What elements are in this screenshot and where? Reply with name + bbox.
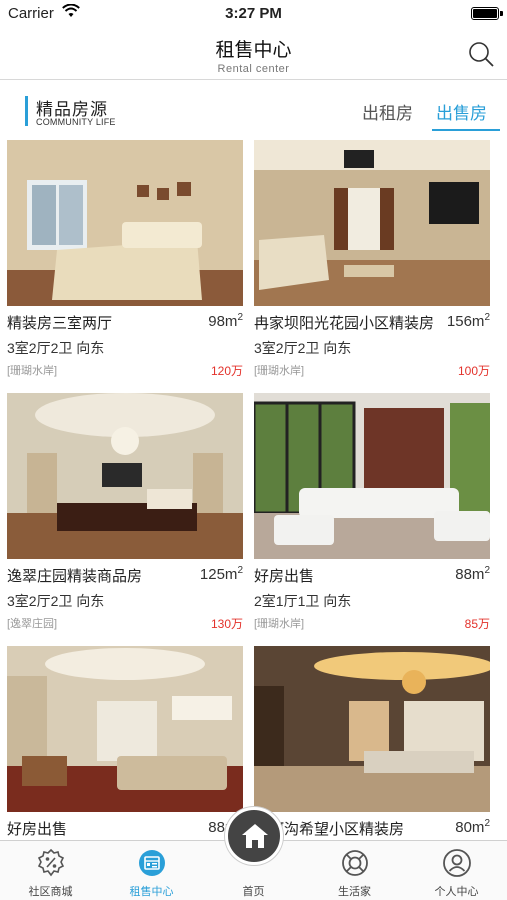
building-card-icon [139,850,165,876]
accent-bar [25,96,28,126]
listing-photo [7,140,243,306]
listing-card[interactable]: 冉家坝阳光花园小区精装房 156m2 3室2厅2卫 向东 [珊瑚水岸] 100万 [254,140,490,390]
listing-community: [珊瑚水岸] [254,618,305,630]
percent-badge-icon [37,848,65,877]
listing-grid: 精装房三室两厅 98m2 3室2厅2卫 向东 [珊瑚水岸] 120万 冉家坝阳光… [0,140,507,840]
tabbar-item-community-mall[interactable]: 社区商城 [0,841,101,900]
listing-area-unit: 2 [237,312,243,323]
tab-rent[interactable]: 出租房 [362,99,413,124]
listing-area-value: 125m [199,566,238,583]
active-tab-indicator [432,129,500,131]
tabbar-item-life[interactable]: 生活家 [304,841,405,900]
page-subtitle: Rental center [217,63,290,75]
listing-layout: 3室2厅2卫 向东 [7,593,105,609]
listing-price: 120万 [210,364,243,378]
listing-card[interactable]: 精装房三室两厅 98m2 3室2厅2卫 向东 [珊瑚水岸] 120万 [7,140,243,390]
listing-price: 130万 [210,617,243,631]
section-subtitle: COMMUNITY LIFE [36,117,116,127]
listing-name: 逸翠庄园精装商品房 [7,568,143,585]
page-title: 租售中心 [215,40,292,61]
tabbar-item-profile[interactable]: 个人中心 [406,841,507,900]
section-header: 精品房源 COMMUNITY LIFE 出租房 出售房 [0,84,507,138]
user-icon [443,849,471,877]
listing-price: 85万 [464,617,490,631]
listing-area: 98m2 [208,312,243,330]
listing-name: 好房出售 [254,568,315,585]
listing-photo [7,646,243,812]
tabbar-label: 首页 [242,886,265,898]
tabbar-item-rental-center[interactable]: 租售中心 [101,841,202,900]
listing-area-unit: 2 [484,565,490,576]
listing-community: [逸翠庄园] [7,618,58,630]
listing-area-value: 80m [455,819,485,836]
listing-name: 好房出售 [7,821,68,838]
listing-layout: 3室2厅2卫 向东 [7,340,105,356]
tabbar-label: 生活家 [338,886,371,898]
listing-photo [7,393,243,559]
battery-icon [471,7,503,20]
lifebuoy-icon [342,850,368,876]
listing-area-value: 98m [208,313,238,330]
listing-photo [254,646,490,812]
listing-area: 88m2 [455,565,490,583]
status-bar: Carrier 3:27 PM [0,0,507,28]
clock: 3:27 PM [225,5,282,22]
listing-area: 156m2 [447,312,490,330]
listing-card[interactable]: 好房出售 88m2 [7,646,243,840]
listing-area-unit: 2 [484,818,490,829]
listing-area-value: 156m [446,313,485,330]
listing-photo [254,393,490,559]
listing-area-value: 88m [455,566,485,583]
tab-rent-label: 出租房 [362,104,413,123]
listing-card[interactable]: 逸翠庄园精装商品房 125m2 3室2厅2卫 向东 [逸翠庄园] 130万 [7,393,243,643]
search-icon[interactable] [467,40,495,68]
listing-photo [254,140,490,306]
home-icon [242,824,268,848]
navigation-bar: 租售中心 Rental center [0,28,507,80]
listing-area-unit: 2 [484,312,490,323]
tabbar-label: 租售中心 [129,886,174,898]
listing-name: 冉家坝阳光花园小区精装房 [254,315,435,332]
listing-name: 精装房三室两厅 [7,315,113,332]
listing-community: [珊瑚水岸] [254,365,305,377]
listing-layout: 2室1厅1卫 向东 [254,593,352,609]
listing-community: [珊瑚水岸] [7,365,58,377]
listing-area-unit: 2 [237,565,243,576]
home-button[interactable] [225,807,283,865]
tabbar-label: 社区商城 [28,886,73,898]
listing-layout: 3室2厅2卫 向东 [254,340,352,356]
tab-sale-label: 出售房 [436,104,487,123]
listing-card[interactable]: 好房出售 88m2 2室1厅1卫 向东 [珊瑚水岸] 85万 [254,393,490,643]
tab-sale[interactable]: 出售房 [432,99,500,131]
tabbar-label: 个人中心 [434,886,479,898]
listing-area: 80m2 [455,818,490,836]
listing-price: 100万 [457,364,490,378]
listing-area: 125m2 [200,565,243,583]
listing-card[interactable]: 黑河沟希望小区精装房 80m2 [254,646,490,840]
